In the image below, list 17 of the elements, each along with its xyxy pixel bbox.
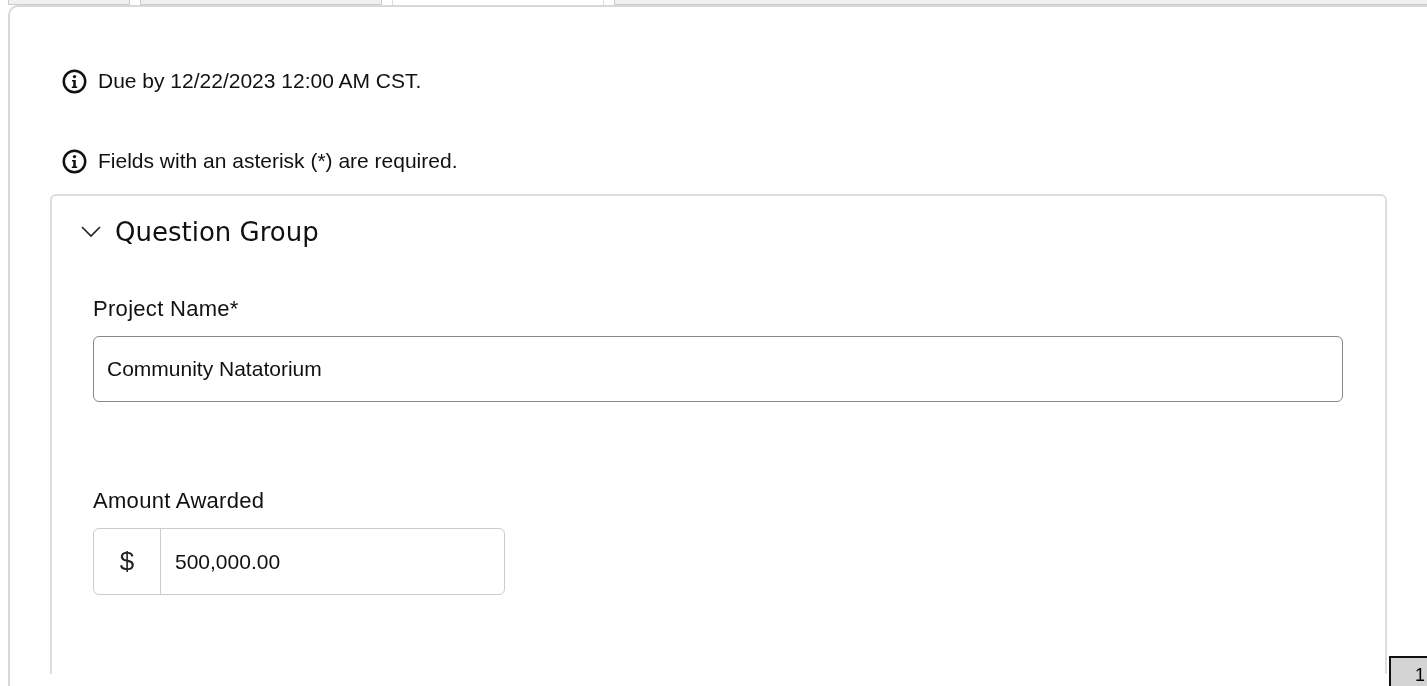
input-field[interactable]: Community Natatorium (93, 336, 1343, 402)
info-icon (62, 68, 87, 94)
chevron-icon[interactable] (81, 226, 101, 238)
tab[interactable] (140, 0, 382, 5)
info-icon (62, 148, 87, 174)
group-title[interactable]: Question Group (115, 217, 319, 247)
notice-text: Fields with an asterisk (*) are required. (98, 149, 458, 173)
notice-text: Due by 12/22/2023 12:00 AM CST. (98, 69, 422, 93)
tab[interactable] (392, 0, 604, 5)
amount-input[interactable]: 500,000.00 (161, 529, 504, 594)
currency-input-field[interactable]: $ 500,000.00 (93, 528, 505, 595)
currency-prefix: $ (94, 529, 161, 594)
tab[interactable] (614, 0, 1427, 5)
page-button[interactable]: 1 (1389, 656, 1427, 686)
field-label: Project Name* (93, 296, 240, 322)
field-label: Amount Awarded (93, 488, 266, 514)
tab[interactable] (8, 0, 130, 5)
